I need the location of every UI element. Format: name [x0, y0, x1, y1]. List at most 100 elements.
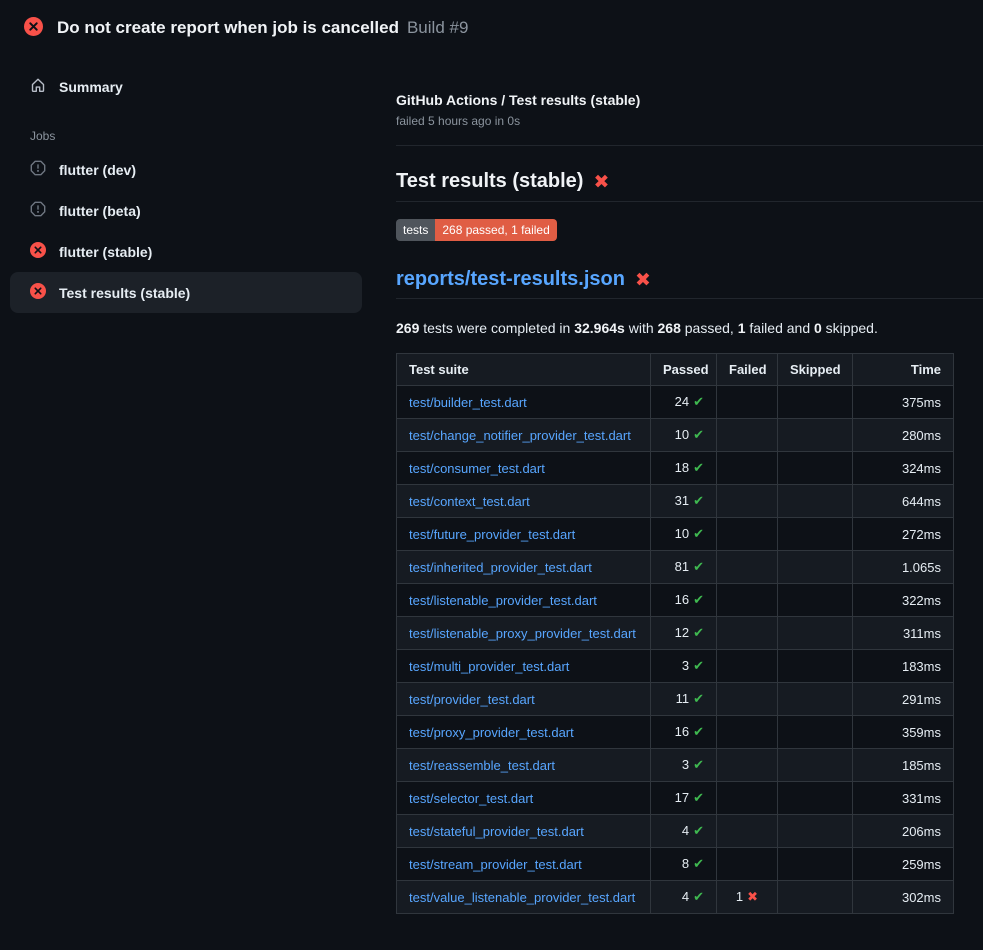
skipped-cell: [778, 815, 853, 848]
passed-cell: 10✔: [651, 518, 717, 551]
sidebar-job-item[interactable]: flutter (stable): [10, 231, 362, 272]
summary-fragment: skipped.: [822, 320, 878, 336]
passed-cell: 8✔: [651, 848, 717, 881]
time-cell: 185ms: [853, 749, 954, 782]
badge-value: 268 passed, 1 failed: [435, 219, 556, 241]
table-row: test/builder_test.dart24✔375ms: [397, 386, 954, 419]
passed-cell: 4✔: [651, 881, 717, 914]
test-suite-link[interactable]: test/reassemble_test.dart: [409, 758, 555, 773]
sidebar-job-item[interactable]: flutter (beta): [10, 190, 362, 231]
home-icon: [30, 77, 46, 96]
sidebar-item-summary[interactable]: Summary: [10, 66, 362, 107]
test-suite-link[interactable]: test/inherited_provider_test.dart: [409, 560, 592, 575]
check-icon: ✔: [693, 824, 704, 839]
test-suite-cell: test/multi_provider_test.dart: [397, 650, 651, 683]
test-suite-link[interactable]: test/builder_test.dart: [409, 395, 527, 410]
test-summary-text: 269 tests were completed in 32.964s with…: [396, 320, 983, 336]
failed-cell: [717, 485, 778, 518]
test-suite-link[interactable]: test/listenable_proxy_provider_test.dart: [409, 626, 636, 641]
test-suite-link[interactable]: test/context_test.dart: [409, 494, 530, 509]
check-icon: ✔: [693, 758, 704, 773]
test-suite-link[interactable]: test/future_provider_test.dart: [409, 527, 575, 542]
passed-cell: 18✔: [651, 452, 717, 485]
time-cell: 206ms: [853, 815, 954, 848]
check-icon: ✔: [693, 626, 704, 641]
time-cell: 280ms: [853, 419, 954, 452]
failed-cell: [717, 782, 778, 815]
table-row: test/listenable_proxy_provider_test.dart…: [397, 617, 954, 650]
test-suite-link[interactable]: test/stateful_provider_test.dart: [409, 824, 584, 839]
sidebar-job-label: Test results (stable): [59, 285, 190, 301]
test-suite-link[interactable]: test/selector_test.dart: [409, 791, 533, 806]
test-suite-link[interactable]: test/multi_provider_test.dart: [409, 659, 569, 674]
page-title: Do not create report when job is cancell…: [57, 18, 399, 38]
failed-cell: [717, 650, 778, 683]
test-suite-link[interactable]: test/consumer_test.dart: [409, 461, 545, 476]
table-row: test/provider_test.dart 11✔ 291ms: [397, 683, 954, 716]
skipped-cell: [778, 452, 853, 485]
build-number: Build #9: [407, 18, 468, 38]
test-suite-cell: test/stateful_provider_test.dart: [397, 815, 651, 848]
time-cell: 302ms: [853, 881, 954, 914]
x-circle-fill-icon: [30, 283, 46, 302]
cross-icon: ✖: [747, 890, 758, 905]
test-suite-cell: test/selector_test.dart: [397, 782, 651, 815]
check-icon: ✔: [693, 428, 704, 443]
summary-fragment: passed,: [681, 320, 738, 336]
build-header: Do not create report when job is cancell…: [0, 0, 983, 56]
summary-fragment: failed and: [746, 320, 815, 336]
report-file-link[interactable]: reports/test-results.json: [396, 268, 625, 291]
passed-cell: 81✔: [651, 551, 717, 584]
test-results-table: Test suite Passed Failed Skipped Time te…: [396, 353, 954, 914]
check-heading-label: Test results (stable): [396, 170, 583, 193]
test-suite-cell: test/listenable_provider_test.dart: [397, 584, 651, 617]
sidebar-job-label: flutter (dev): [59, 162, 136, 178]
table-row: test/context_test.dart31✔644ms: [397, 485, 954, 518]
sidebar-item-label: Summary: [59, 79, 123, 95]
table-row: test/change_notifier_provider_test.dart1…: [397, 419, 954, 452]
test-suite-link[interactable]: test/value_listenable_provider_test.dart: [409, 890, 635, 905]
table-row: test/multi_provider_test.dart3✔183ms: [397, 650, 954, 683]
failed-cell: [717, 716, 778, 749]
time-cell: 375ms: [853, 386, 954, 419]
test-suite-cell: test/listenable_proxy_provider_test.dart: [397, 617, 651, 650]
failed-cell: [717, 452, 778, 485]
summary-fragment: 0: [814, 320, 822, 336]
column-header-passed: Passed: [651, 354, 717, 386]
test-suite-link[interactable]: test/provider_test.dart: [409, 692, 535, 707]
time-cell: 322ms: [853, 584, 954, 617]
check-icon: ✔: [693, 890, 704, 905]
table-row: test/reassemble_test.dart3✔185ms: [397, 749, 954, 782]
skipped-cell: [778, 518, 853, 551]
table-row: test/selector_test.dart17✔331ms: [397, 782, 954, 815]
check-icon: ✔: [693, 593, 704, 608]
skipped-cell: [778, 650, 853, 683]
stale-icon: [30, 160, 46, 179]
failed-cross-icon: ✖: [593, 171, 609, 193]
test-suite-link[interactable]: test/stream_provider_test.dart: [409, 857, 582, 872]
summary-fragment: 268: [658, 320, 681, 336]
stale-icon: [30, 201, 46, 220]
time-cell: 311ms: [853, 617, 954, 650]
sidebar-job-item[interactable]: Test results (stable): [10, 272, 362, 313]
time-cell: 291ms: [853, 683, 954, 716]
passed-cell: 31✔: [651, 485, 717, 518]
skipped-cell: [778, 551, 853, 584]
check-icon: ✔: [693, 791, 704, 806]
passed-cell: 3✔: [651, 650, 717, 683]
test-suite-cell: test/future_provider_test.dart: [397, 518, 651, 551]
test-suite-link[interactable]: test/listenable_provider_test.dart: [409, 593, 597, 608]
test-suite-cell: test/provider_test.dart: [397, 683, 651, 716]
test-suite-link[interactable]: test/proxy_provider_test.dart: [409, 725, 574, 740]
table-row: test/future_provider_test.dart10✔272ms: [397, 518, 954, 551]
skipped-cell: [778, 848, 853, 881]
time-cell: 259ms: [853, 848, 954, 881]
summary-fragment: with: [625, 320, 658, 336]
failed-cell: 1✖: [717, 881, 778, 914]
sidebar-job-item[interactable]: flutter (dev): [10, 149, 362, 190]
jobs-section-label: Jobs: [30, 129, 362, 143]
test-suite-link[interactable]: test/change_notifier_provider_test.dart: [409, 428, 631, 443]
tests-badge: tests 268 passed, 1 failed: [396, 219, 557, 241]
run-status-text: failed 5 hours ago in 0s: [396, 114, 983, 146]
passed-cell: 11✔: [651, 683, 717, 716]
